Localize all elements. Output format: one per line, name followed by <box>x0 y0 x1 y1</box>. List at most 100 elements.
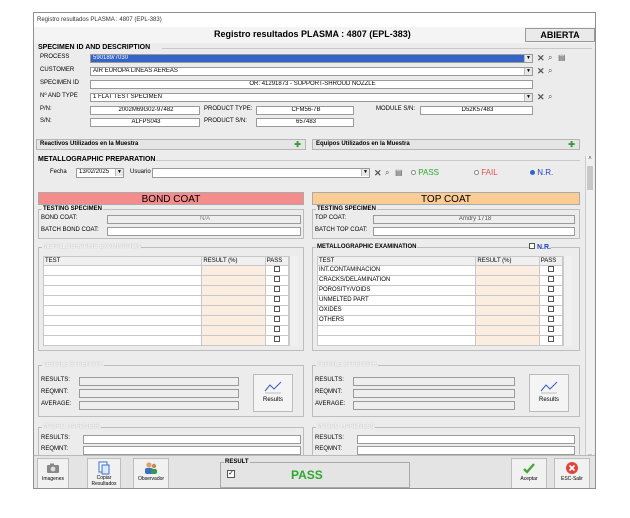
reactivos-bar[interactable]: Reactivos Utilizados en la Muestra ✚ <box>36 139 306 150</box>
product-type-field[interactable]: CFM56-7B <box>256 106 354 115</box>
result-cell[interactable] <box>475 265 540 276</box>
result-checkbox[interactable]: ✓ <box>227 470 235 478</box>
pass-cell[interactable] <box>538 325 564 336</box>
top-exam-scrollbar[interactable] <box>563 256 572 346</box>
nr-radio-dot[interactable] <box>530 170 535 176</box>
equipos-bar[interactable]: Equipos Utilizados en la Muestra ✚ <box>312 139 580 150</box>
top-nr-checkbox[interactable]: N.R. <box>529 243 551 251</box>
observador-button[interactable]: Observador <box>133 458 169 488</box>
result-cell[interactable] <box>475 325 540 336</box>
pass-checkbox[interactable] <box>274 296 281 302</box>
pass-checkbox[interactable] <box>548 266 555 272</box>
bond-coat-field[interactable]: N/A <box>107 215 301 224</box>
list-icon[interactable]: ▤ <box>395 168 403 178</box>
result-cell[interactable] <box>201 295 266 306</box>
usuario-select[interactable]: ▼ <box>152 168 370 178</box>
pass-cell[interactable] <box>538 335 564 346</box>
result-cell[interactable] <box>475 305 540 316</box>
bond-macro-reqmnt-field[interactable] <box>83 446 301 455</box>
pass-cell[interactable] <box>538 285 564 296</box>
sn-field[interactable]: ALFPS043 <box>90 118 200 127</box>
chevron-down-icon[interactable]: ▼ <box>115 169 123 176</box>
pass-radio-dot[interactable] <box>411 170 416 176</box>
top-nr-check[interactable] <box>529 243 535 249</box>
list-icon[interactable]: ▤ <box>558 53 566 63</box>
copiar-resultados-button[interactable]: Copiar Resultados <box>87 458 121 488</box>
pass-cell[interactable] <box>538 275 564 286</box>
top-macro-reqmnt-field[interactable] <box>357 446 575 455</box>
pass-cell[interactable] <box>264 285 290 296</box>
table-row[interactable]: OXIDES <box>316 305 564 316</box>
pass-checkbox[interactable] <box>274 316 281 322</box>
scroll-thumb[interactable] <box>587 166 593 190</box>
result-cell[interactable] <box>475 315 540 326</box>
module-sn-field[interactable]: D52K57483 <box>420 106 533 115</box>
pass-checkbox[interactable] <box>548 326 555 332</box>
search-icon[interactable]: ⌕ <box>548 53 552 63</box>
result-cell[interactable] <box>475 295 540 306</box>
product-sn-field[interactable]: 657483 <box>256 118 354 127</box>
table-row[interactable] <box>42 285 290 296</box>
result-cell[interactable] <box>475 285 540 296</box>
search-icon[interactable]: ⌕ <box>385 168 389 178</box>
clear-icon[interactable]: ✕ <box>537 53 545 63</box>
process-select[interactable]: 590189/7030 ▼ <box>90 54 533 63</box>
fail-radio-dot[interactable] <box>474 170 479 176</box>
pass-cell[interactable] <box>264 335 290 346</box>
table-row[interactable] <box>316 325 564 336</box>
pass-checkbox[interactable] <box>548 276 555 282</box>
result-cell[interactable] <box>475 335 540 346</box>
fail-radio[interactable]: FAIL <box>474 168 498 177</box>
search-icon[interactable]: ⌕ <box>548 66 552 76</box>
aceptar-button[interactable]: Aceptar <box>511 458 547 488</box>
fecha-date-picker[interactable]: 13/02/2025 ▼ <box>76 168 124 178</box>
chevron-down-icon[interactable]: ▼ <box>524 55 532 62</box>
pass-cell[interactable] <box>538 305 564 316</box>
table-row[interactable] <box>42 305 290 316</box>
clear-icon[interactable]: ✕ <box>374 168 382 178</box>
table-row[interactable]: CRACKS/DELAMINATION <box>316 275 564 286</box>
pass-checkbox[interactable] <box>274 326 281 332</box>
bond-macro-results-field[interactable] <box>83 435 301 444</box>
result-cell[interactable] <box>201 275 266 286</box>
pass-checkbox[interactable] <box>548 316 555 322</box>
pass-cell[interactable] <box>264 275 290 286</box>
top-reqmnt-field[interactable] <box>353 389 515 398</box>
result-cell[interactable] <box>201 315 266 326</box>
table-row[interactable] <box>42 315 290 326</box>
pass-checkbox[interactable] <box>274 266 281 272</box>
top-batch-field[interactable] <box>373 227 575 236</box>
table-row[interactable]: POROSITY/VOIDS <box>316 285 564 296</box>
imagenes-button[interactable]: Imagenes <box>37 458 69 488</box>
chevron-down-icon[interactable]: ▼ <box>524 68 532 75</box>
result-cell[interactable] <box>201 325 266 336</box>
result-cell[interactable] <box>475 275 540 286</box>
bond-batch-field[interactable] <box>107 227 301 236</box>
table-row[interactable] <box>42 325 290 336</box>
result-cell[interactable] <box>201 305 266 316</box>
table-row[interactable] <box>316 335 564 346</box>
customer-select[interactable]: AIR EUROPA LINEAS AEREAS ▼ <box>90 67 533 76</box>
bond-average-field[interactable] <box>79 401 239 410</box>
table-row[interactable]: OTHERS <box>316 315 564 326</box>
pass-checkbox[interactable] <box>274 286 281 292</box>
pass-checkbox[interactable] <box>548 306 555 312</box>
pass-cell[interactable] <box>538 295 564 306</box>
table-row[interactable] <box>42 295 290 306</box>
top-results-button[interactable]: Results <box>529 374 569 412</box>
pass-cell[interactable] <box>538 315 564 326</box>
table-row[interactable]: INT.CONTAMINACION <box>316 265 564 276</box>
add-icon[interactable]: ✚ <box>568 140 575 149</box>
nd-type-select[interactable]: 1 FLAT TEST SPECIMEN ▼ <box>90 93 533 102</box>
pass-cell[interactable] <box>264 325 290 336</box>
table-row[interactable] <box>42 275 290 286</box>
table-row[interactable] <box>42 265 290 276</box>
pass-checkbox[interactable] <box>548 286 555 292</box>
add-icon[interactable]: ✚ <box>294 140 301 149</box>
pass-checkbox[interactable] <box>274 276 281 282</box>
pass-checkbox[interactable] <box>548 296 555 302</box>
pass-cell[interactable] <box>264 305 290 316</box>
specimen-id-field[interactable]: OR: 41291873 - SUPPORT-SHROUD NOZZLE <box>90 80 533 89</box>
pass-checkbox[interactable] <box>274 336 281 342</box>
search-icon[interactable]: ⌕ <box>548 92 552 102</box>
